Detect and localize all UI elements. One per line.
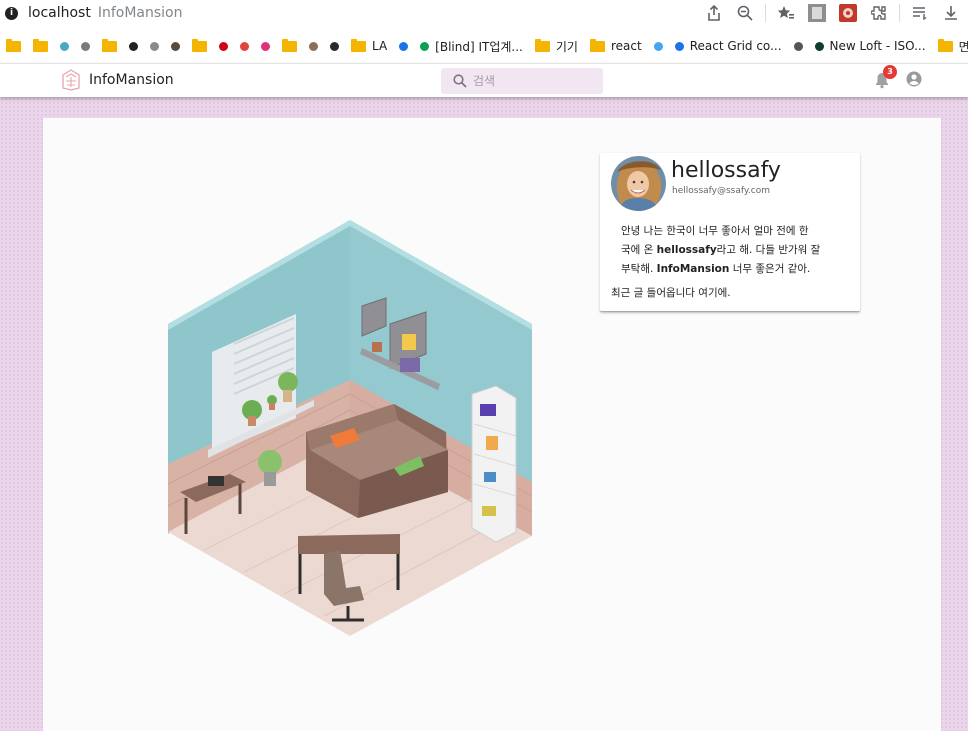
favicon-icon (814, 41, 824, 51)
url-host[interactable]: localhost (28, 5, 91, 21)
bookmark-label: 기기 (555, 39, 578, 54)
toolbar-divider (899, 4, 900, 22)
room-illustration[interactable] (164, 214, 540, 638)
bookmark-item[interactable] (393, 34, 414, 58)
bookmark-item[interactable]: LA (345, 34, 393, 58)
folder-icon (589, 38, 605, 52)
bio-line: 부탁해. InfoMansion 너무 좋은거 같아. (621, 260, 843, 279)
bookmark-item[interactable] (96, 34, 123, 58)
favicon-icon (793, 41, 803, 51)
bookmark-item[interactable]: 면접 (932, 34, 968, 58)
favicon-icon (261, 41, 270, 51)
recent-posts-text: 최근 글 들어옵니다 여기에. (611, 287, 731, 299)
bookmark-label: LA (372, 39, 388, 53)
folder-icon (351, 38, 366, 52)
bookmark-label: 면접 (958, 39, 968, 54)
bio-highlight: hellossafy (656, 244, 717, 256)
bookmark-label: [Blind] IT업계... (435, 39, 523, 54)
profile-email: hellossafy@ssafy.com (672, 186, 771, 196)
profile-card: hellossafy hellossafy@ssafy.com 안녕 나는 한국… (600, 153, 860, 312)
profile-username: hellossafy (671, 158, 781, 183)
share-icon[interactable] (703, 2, 725, 24)
favicon-icon (60, 41, 69, 51)
browser-address-bar: i localhost InfoMansion (0, 0, 968, 26)
toolbar-divider (765, 4, 766, 22)
bookmark-item[interactable] (27, 34, 54, 58)
app-header: InfoMansion 3 (0, 63, 968, 97)
bookmark-label: New Loft - ISO... (829, 39, 926, 53)
browser-actions (703, 2, 962, 24)
folder-icon (192, 38, 207, 52)
bookmarks-bar: LA [Blind] IT업계... 기기 react React Grid co...… (0, 34, 968, 58)
reading-list-icon[interactable] (909, 2, 931, 24)
bookmark-item[interactable]: react (584, 34, 648, 58)
bookmark-item[interactable] (123, 34, 144, 58)
favicon-icon (399, 41, 409, 51)
favicon-icon (150, 41, 159, 51)
bookmark-item[interactable] (234, 34, 255, 58)
bookmark-item[interactable] (75, 34, 96, 58)
bookmark-label: react (610, 39, 642, 53)
bio-text: 너무 좋은거 같아. (729, 263, 811, 275)
bookmark-item[interactable] (144, 34, 165, 58)
bookmark-item[interactable] (788, 34, 809, 58)
bookmark-item[interactable] (255, 34, 276, 58)
profile-extension-icon[interactable] (806, 2, 828, 24)
bookmark-item[interactable]: React Grid co... (669, 34, 788, 58)
extension-icon[interactable] (868, 2, 890, 24)
favicon-icon (653, 41, 663, 51)
search-input[interactable] (473, 71, 598, 91)
bookmark-item[interactable]: 기기 (529, 34, 584, 58)
bookmark-item[interactable] (0, 34, 27, 58)
bookmark-item[interactable] (54, 34, 75, 58)
bio-text: 부탁해. (621, 263, 657, 275)
profile-bio: 안녕 나는 한국이 너무 좋아서 얼마 전에 한국에 온 hellossafy라… (621, 222, 843, 279)
avatar[interactable] (611, 156, 666, 211)
notification-badge: 3 (883, 65, 897, 79)
favicon-icon (240, 41, 249, 51)
bookmark-item[interactable]: New Loft - ISO... (809, 34, 932, 58)
search-box[interactable] (441, 68, 603, 94)
bookmark-item[interactable] (648, 34, 669, 58)
favicon-icon (420, 41, 430, 51)
tab-title: InfoMansion (97, 5, 183, 21)
brand-name[interactable]: InfoMansion (89, 72, 174, 88)
bookmark-item[interactable] (186, 34, 213, 58)
favicon-icon (309, 41, 318, 51)
search-icon (453, 74, 467, 88)
favicon-icon (674, 41, 684, 51)
logo-icon[interactable] (61, 69, 81, 91)
bio-text: 라고 해. 다들 반가워 잘 (716, 244, 821, 256)
favicon-icon (81, 41, 90, 51)
folder-icon (102, 38, 117, 52)
bookmark-item[interactable] (324, 34, 345, 58)
bookmark-item[interactable] (213, 34, 234, 58)
bio-line: 안녕 나는 한국이 너무 좋아서 얼마 전에 한 (621, 222, 843, 241)
bio-line: 국에 온 hellossafy라고 해. 다들 반가워 잘 (621, 241, 843, 260)
favicon-icon (129, 41, 138, 51)
bookmark-item[interactable]: [Blind] IT업계... (414, 34, 529, 58)
account-icon[interactable] (906, 71, 922, 87)
favicon-icon (171, 41, 180, 51)
folder-icon (534, 38, 550, 52)
site-info-icon[interactable]: i (5, 6, 18, 20)
bio-text: 국에 온 (621, 244, 657, 256)
folder-icon (937, 38, 953, 52)
folder-icon (282, 38, 297, 52)
folder-icon (6, 38, 21, 52)
bookmark-item[interactable] (303, 34, 324, 58)
bookmark-item[interactable] (165, 34, 186, 58)
bookmark-star-icon[interactable] (775, 2, 797, 24)
folder-icon (33, 38, 48, 52)
download-icon[interactable] (940, 2, 962, 24)
favicon-icon (219, 41, 228, 51)
bio-highlight: InfoMansion (656, 263, 730, 275)
bookmark-label: React Grid co... (689, 39, 782, 53)
zoom-out-icon[interactable] (734, 2, 756, 24)
bookmark-item[interactable] (276, 34, 303, 58)
favicon-icon (330, 41, 339, 51)
bio-text: 안녕 나는 한국이 너무 좋아서 얼마 전에 한 (621, 225, 809, 237)
extension-app-icon[interactable] (837, 2, 859, 24)
